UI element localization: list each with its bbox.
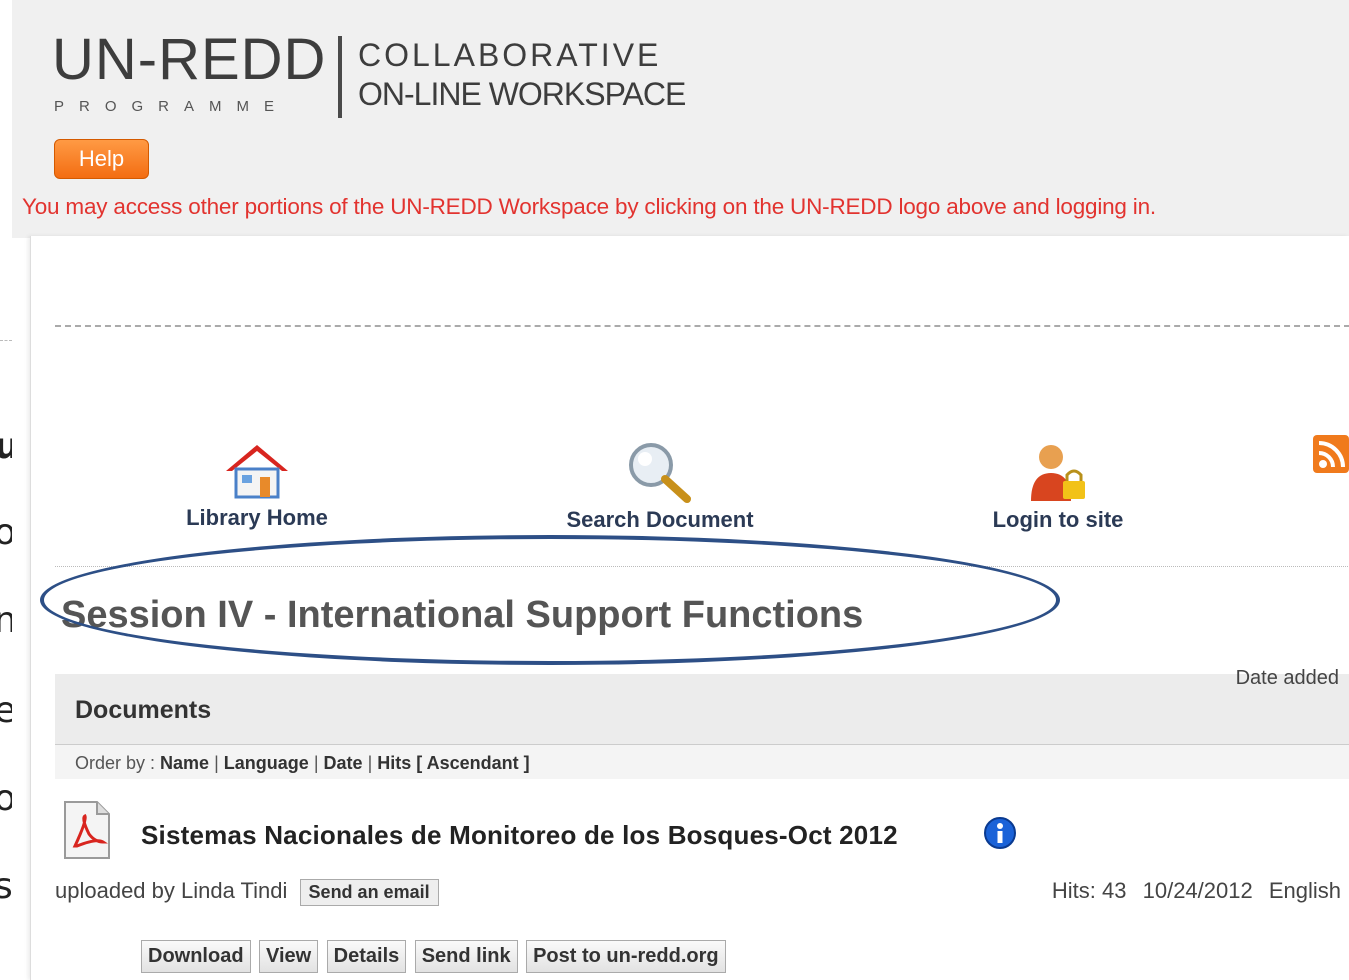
magnifier-icon <box>629 443 691 503</box>
documents-title: Documents <box>75 696 212 724</box>
access-notice: You may access other portions of the UN-… <box>22 194 1156 219</box>
order-name-link[interactable]: Name <box>160 753 209 773</box>
date-added-label: Date added <box>1235 667 1339 689</box>
house-icon <box>226 445 288 499</box>
page-title: Session IV - International Support Funct… <box>61 594 864 636</box>
details-button[interactable]: Details <box>326 940 407 973</box>
workspace-name: COLLABORATIVE ON-LINE WORKSPACE <box>358 36 686 114</box>
workspace-line1: COLLABORATIVE <box>358 37 662 73</box>
order-label: Order by : <box>75 753 156 773</box>
view-button[interactable]: View <box>259 940 319 973</box>
left-slide-fragment: u o n e o s <box>0 0 12 980</box>
info-icon[interactable] <box>983 816 1017 850</box>
uploaded-by: uploaded by Linda Tindi Send an email <box>55 878 439 906</box>
order-language-link[interactable]: Language <box>224 753 309 773</box>
site-header: UN-REDD PROGRAMME COLLABORATIVE ON-LINE … <box>12 0 1349 238</box>
nav-library-home[interactable]: Library Home <box>177 441 337 531</box>
fragment-text: u <box>0 426 12 467</box>
nav-label: Login to site <box>992 507 1124 532</box>
pdf-icon[interactable] <box>63 800 111 860</box>
logo-divider <box>338 36 342 118</box>
user-lock-icon <box>1031 445 1085 501</box>
document-title-link[interactable]: Sistemas Nacionales de Monitoreo de los … <box>141 820 898 851</box>
fragment-text: n <box>0 600 12 641</box>
order-by-bar: Order by : Name | Language | Date | Hits… <box>55 744 1349 779</box>
documents-header: Documents <box>55 674 1349 746</box>
nav-search-document[interactable]: Search Document <box>555 441 765 533</box>
main-content: Library Home Search Document Login to si… <box>30 236 1349 980</box>
fragment-text: e <box>0 690 12 731</box>
date-added-value: 10/24/2012 <box>1142 878 1253 903</box>
logo-subtitle: PROGRAMME <box>54 98 290 115</box>
fragment-text: o <box>0 512 12 553</box>
document-meta: Hits: 43 10/24/2012 English <box>1042 878 1341 904</box>
logo-title: UN-REDD <box>52 27 327 92</box>
divider <box>55 566 1349 567</box>
send-email-button[interactable]: Send an email <box>299 878 439 906</box>
post-to-site-button[interactable]: Post to un-redd.org <box>526 940 726 973</box>
unredd-logo[interactable]: UN-REDD PROGRAMME COLLABORATIVE ON-LINE … <box>52 30 692 125</box>
download-button[interactable]: Download <box>141 940 251 973</box>
order-date-link[interactable]: Date <box>324 753 363 773</box>
document-actions: Download View Details Send link Post to … <box>141 940 730 973</box>
divider <box>55 325 1349 327</box>
help-button[interactable]: Help <box>54 139 149 179</box>
document-item: Sistemas Nacionales de Monitoreo de los … <box>55 796 1349 876</box>
hits-count: Hits: 43 <box>1051 878 1127 903</box>
nav-label: Search Document <box>566 507 754 532</box>
fragment-text: o <box>0 778 12 819</box>
nav-login[interactable]: Login to site <box>983 441 1133 533</box>
nav-label: Library Home <box>186 505 328 530</box>
fragment-text: s <box>0 866 12 907</box>
divider <box>0 340 12 341</box>
language-value: English <box>1268 878 1341 903</box>
uploader-text: uploaded by Linda Tindi <box>55 878 288 903</box>
order-direction-link[interactable]: [ Ascendant ] <box>416 753 529 773</box>
workspace-line2: ON-LINE WORKSPACE <box>358 76 686 112</box>
rss-icon[interactable] <box>1313 433 1349 475</box>
send-link-button[interactable]: Send link <box>414 940 518 973</box>
order-hits-link[interactable]: Hits <box>377 753 411 773</box>
